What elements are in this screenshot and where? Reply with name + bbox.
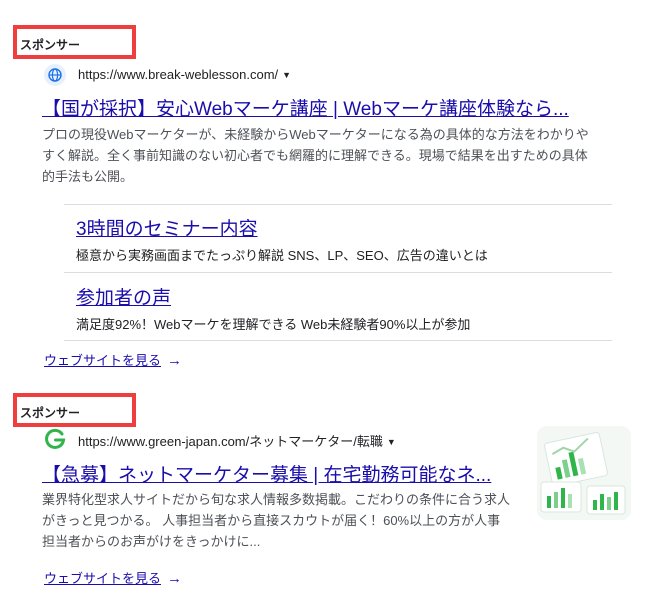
ad-title-link[interactable]: 【急募】ネットマーケター募集 | 在宅勤務可能なネ... (42, 460, 522, 487)
arrow-right-icon: → (167, 570, 183, 587)
visit-label: ウェブサイトを見る (44, 353, 162, 368)
visit-label: ウェブサイトを見る (44, 571, 162, 586)
divider (64, 340, 612, 341)
sitelink-description: 極意から実務画面までたっぷり解説 SNS、LP、SEO、広告の違いとは (76, 248, 488, 263)
sponsored-result-2: スポンサー https://www.green-japan.com/ネットマーケ… (0, 390, 654, 594)
ad-title-link[interactable]: 【国が採択】安心Webマーケ講座 | Webマーケ講座体験なら... (42, 94, 612, 121)
url-text: https://www.green-japan.com/ネットマーケター/転職 (78, 434, 383, 449)
sitelink-testimonials[interactable]: 参加者の声 (76, 283, 171, 310)
sitelink-seminar[interactable]: 3時間のセミナー内容 (76, 214, 258, 241)
globe-icon (44, 64, 66, 86)
visit-website-link[interactable]: ウェブサイトを見る → (44, 350, 182, 369)
description-line: 担当者からのお声がけをきっかけに... (42, 534, 261, 549)
chart-thumbnail[interactable] (537, 426, 631, 520)
description-line: 業界特化型求人サイトだから旬な求人情報多数掲載。こだわりの条件に合う求人 (42, 492, 511, 507)
visit-website-link[interactable]: ウェブサイトを見る → (44, 568, 182, 587)
caret-down-icon[interactable]: ▼ (282, 70, 291, 80)
ad-description: 業界特化型求人サイトだから旬な求人情報多数掲載。こだわりの条件に合う求人 がきっ… (42, 489, 522, 552)
url-text: https://www.break-weblesson.com/ (78, 67, 279, 82)
sponsored-result-1: スポンサー https://www.break-weblesson.com/▼ … (0, 0, 654, 380)
description-line: がきっと見つかる。 人事担当者から直接スカウトが届く！60%以上の方が人事 (42, 513, 501, 528)
description-line: 的手法も公開。 (42, 169, 134, 184)
green-g-logo-icon (44, 428, 66, 450)
sponsor-label: スポンサー (20, 38, 81, 52)
display-url[interactable]: https://www.break-weblesson.com/▼ (78, 67, 291, 82)
sponsor-label: スポンサー (20, 406, 81, 420)
arrow-right-icon: → (167, 352, 183, 369)
sitelink-description: 満足度92%！Webマーケを理解できる Web未経験者90%以上が参加 (76, 317, 471, 332)
display-url[interactable]: https://www.green-japan.com/ネットマーケター/転職 ▼ (78, 431, 396, 450)
divider (64, 272, 612, 273)
ad-description: プロの現役Webマーケターが、未経験からWebマーケターになる為の具体的な方法を… (42, 124, 617, 187)
description-line: すく解説。全く事前知識のない初心者でも網羅的に理解できる。現場で結果を出すための… (42, 148, 588, 163)
caret-down-icon[interactable]: ▼ (387, 437, 396, 447)
description-line: プロの現役Webマーケターが、未経験からWebマーケターになる為の具体的な方法を… (42, 127, 589, 142)
divider (64, 204, 612, 205)
